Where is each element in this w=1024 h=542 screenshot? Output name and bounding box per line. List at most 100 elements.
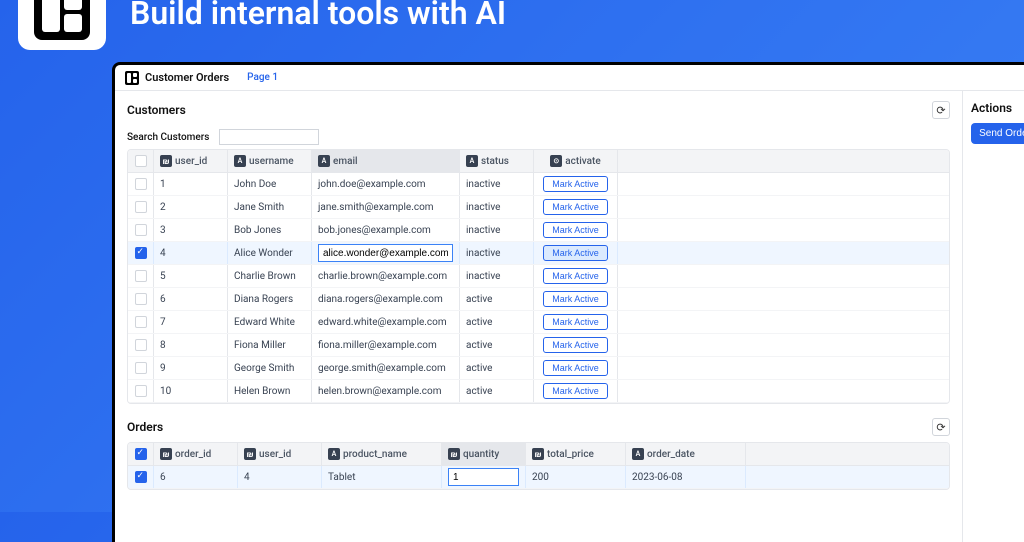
col-product-name[interactable]: product_name <box>322 443 442 465</box>
cell-status[interactable]: inactive <box>460 242 534 264</box>
row-checkbox[interactable] <box>128 219 154 241</box>
cell-username[interactable]: Charlie Brown <box>228 265 312 287</box>
cell-email[interactable] <box>312 242 460 264</box>
cell-status[interactable]: active <box>460 311 534 333</box>
table-row[interactable]: 2Jane Smithjane.smith@example.cominactiv… <box>128 196 949 219</box>
refresh-icon[interactable]: ⟳ <box>932 418 950 436</box>
refresh-icon[interactable]: ⟳ <box>932 101 950 119</box>
cell-email[interactable]: edward.white@example.com <box>312 311 460 333</box>
table-row[interactable]: 9George Smithgeorge.smith@example.comact… <box>128 357 949 380</box>
mark-active-button[interactable]: Mark Active <box>543 337 608 353</box>
cell-email[interactable]: jane.smith@example.com <box>312 196 460 218</box>
cell-user-id[interactable]: 4 <box>238 466 322 488</box>
row-checkbox[interactable] <box>128 173 154 195</box>
table-row[interactable]: 3Bob Jonesbob.jones@example.cominactive M… <box>128 219 949 242</box>
cell-user-id[interactable]: 7 <box>154 311 228 333</box>
col-user-id[interactable]: user_id <box>238 443 322 465</box>
cell-username[interactable]: Bob Jones <box>228 219 312 241</box>
cell-email[interactable]: diana.rogers@example.com <box>312 288 460 310</box>
col-order-id[interactable]: order_id <box>154 443 238 465</box>
mark-active-button[interactable]: Mark Active <box>543 222 608 238</box>
row-checkbox[interactable] <box>128 357 154 379</box>
table-row[interactable]: 7Edward Whiteedward.white@example.comact… <box>128 311 949 334</box>
cell-email[interactable]: bob.jones@example.com <box>312 219 460 241</box>
cell-status[interactable]: inactive <box>460 219 534 241</box>
search-input[interactable] <box>219 129 319 145</box>
cell-user-id[interactable]: 10 <box>154 380 228 402</box>
col-order-date[interactable]: order_date <box>626 443 746 465</box>
mark-active-button[interactable]: Mark Active <box>543 199 608 215</box>
cell-user-id[interactable]: 5 <box>154 265 228 287</box>
cell-username[interactable]: Edward White <box>228 311 312 333</box>
table-row[interactable]: 4Alice Wonder inactive Mark Active <box>128 242 949 265</box>
row-checkbox[interactable] <box>128 265 154 287</box>
mark-active-button[interactable]: Mark Active <box>543 383 608 399</box>
hero-headline: Build internal tools with AI <box>130 0 506 32</box>
table-row[interactable]: 8Fiona Millerfiona.miller@example.comact… <box>128 334 949 357</box>
row-checkbox[interactable] <box>128 334 154 356</box>
cell-status[interactable]: inactive <box>460 265 534 287</box>
cell-quantity[interactable] <box>442 466 526 488</box>
cell-status[interactable]: active <box>460 288 534 310</box>
col-status[interactable]: status <box>460 150 534 172</box>
cell-user-id[interactable]: 9 <box>154 357 228 379</box>
mark-active-button[interactable]: Mark Active <box>543 291 608 307</box>
cell-status[interactable]: active <box>460 380 534 402</box>
table-row[interactable]: 6Diana Rogersdiana.rogers@example.comact… <box>128 288 949 311</box>
cell-user-id[interactable]: 8 <box>154 334 228 356</box>
cell-username[interactable]: George Smith <box>228 357 312 379</box>
email-cell-input[interactable] <box>318 244 453 262</box>
customers-header-row: user_id username email status activate <box>128 150 949 173</box>
cell-email[interactable]: john.doe@example.com <box>312 173 460 195</box>
col-activate[interactable]: activate <box>534 150 618 172</box>
mark-active-button[interactable]: Mark Active <box>543 314 608 330</box>
row-checkbox[interactable] <box>128 380 154 402</box>
col-user-id[interactable]: user_id <box>154 150 228 172</box>
tab-page1[interactable]: Page 1 <box>247 72 278 83</box>
col-email[interactable]: email <box>312 150 460 172</box>
cell-order-date[interactable]: 2023-06-08 <box>626 466 746 488</box>
mark-active-button[interactable]: Mark Active <box>543 360 608 376</box>
table-row[interactable]: 64Tablet 2002023-06-08 <box>128 466 949 489</box>
table-row[interactable]: 5Charlie Browncharlie.brown@example.comi… <box>128 265 949 288</box>
cell-order-id[interactable]: 6 <box>154 466 238 488</box>
cell-status[interactable]: active <box>460 334 534 356</box>
cell-email[interactable]: fiona.miller@example.com <box>312 334 460 356</box>
row-checkbox[interactable] <box>128 196 154 218</box>
cell-username[interactable]: Jane Smith <box>228 196 312 218</box>
quantity-cell-input[interactable] <box>448 468 519 486</box>
cell-username[interactable]: Helen Brown <box>228 380 312 402</box>
cell-status[interactable]: active <box>460 357 534 379</box>
cell-username[interactable]: Diana Rogers <box>228 288 312 310</box>
cell-status[interactable]: inactive <box>460 173 534 195</box>
col-total-price[interactable]: total_price <box>526 443 626 465</box>
select-all-header[interactable] <box>128 150 154 172</box>
mark-active-button[interactable]: Mark Active <box>543 268 608 284</box>
cell-email[interactable]: charlie.brown@example.com <box>312 265 460 287</box>
row-checkbox[interactable] <box>128 311 154 333</box>
col-quantity[interactable]: quantity <box>442 443 526 465</box>
cell-status[interactable]: inactive <box>460 196 534 218</box>
cell-username[interactable]: John Doe <box>228 173 312 195</box>
col-username[interactable]: username <box>228 150 312 172</box>
select-all-header[interactable] <box>128 443 154 465</box>
send-orders-button[interactable]: Send Orders <box>971 123 1024 144</box>
cell-user-id[interactable]: 1 <box>154 173 228 195</box>
cell-user-id[interactable]: 3 <box>154 219 228 241</box>
cell-user-id[interactable]: 4 <box>154 242 228 264</box>
row-checkbox[interactable] <box>128 288 154 310</box>
cell-username[interactable]: Alice Wonder <box>228 242 312 264</box>
row-checkbox[interactable] <box>128 242 154 264</box>
row-checkbox[interactable] <box>128 466 154 488</box>
cell-total-price[interactable]: 200 <box>526 466 626 488</box>
cell-product-name[interactable]: Tablet <box>322 466 442 488</box>
mark-active-button[interactable]: Mark Active <box>543 245 608 261</box>
cell-user-id[interactable]: 6 <box>154 288 228 310</box>
cell-user-id[interactable]: 2 <box>154 196 228 218</box>
table-row[interactable]: 1John Doejohn.doe@example.cominactive Mar… <box>128 173 949 196</box>
table-row[interactable]: 10Helen Brownhelen.brown@example.comacti… <box>128 380 949 403</box>
cell-email[interactable]: george.smith@example.com <box>312 357 460 379</box>
cell-email[interactable]: helen.brown@example.com <box>312 380 460 402</box>
cell-username[interactable]: Fiona Miller <box>228 334 312 356</box>
mark-active-button[interactable]: Mark Active <box>543 176 608 192</box>
